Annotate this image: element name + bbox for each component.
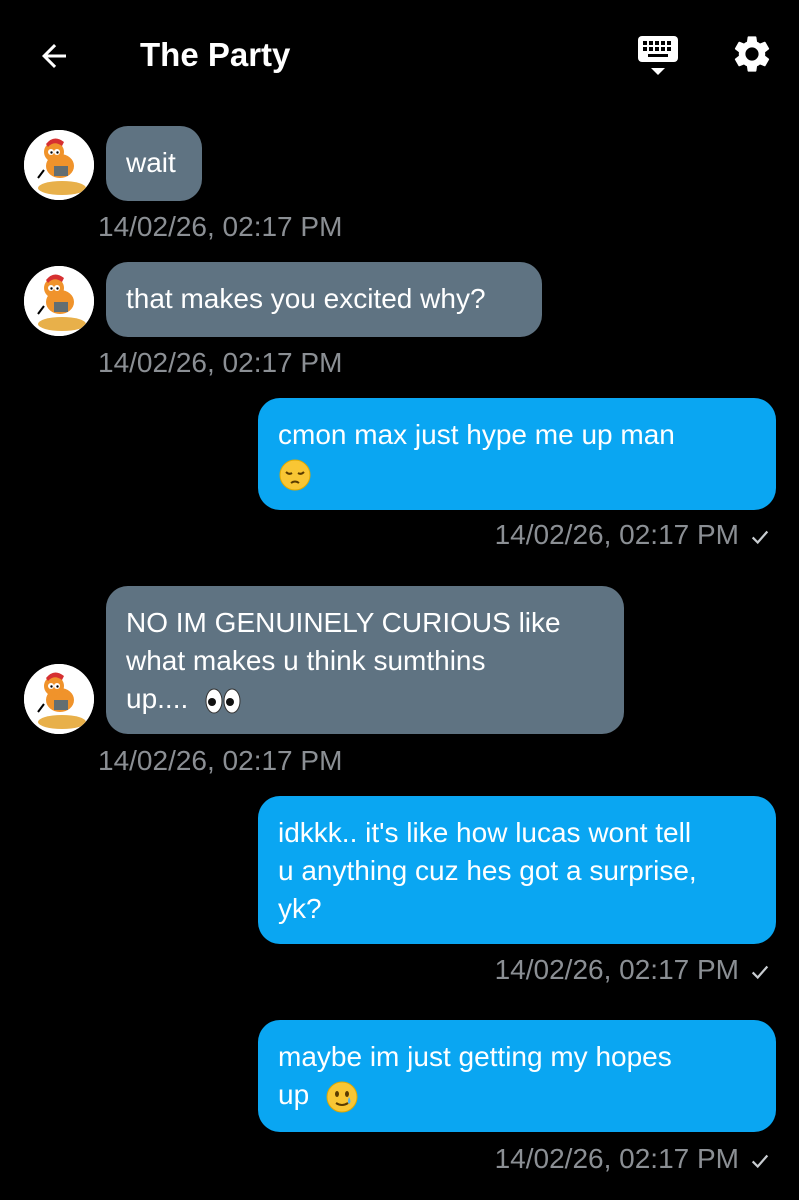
message-text-line: maybe im just getting my hopes	[278, 1041, 672, 1072]
message-text: that makes you excited why?	[126, 283, 486, 314]
message-timestamp-row: 14/02/26, 02:17 PM	[495, 953, 771, 987]
keyboard-toggle-button[interactable]	[632, 30, 684, 82]
message-bubble-incoming[interactable]: NO IM GENUINELY CURIOUS like what makes …	[106, 586, 624, 734]
message-timestamp: 14/02/26, 02:17 PM	[98, 347, 343, 378]
checkmark-icon	[751, 530, 769, 544]
message-text-line: up	[278, 1079, 310, 1110]
gear-icon	[734, 36, 770, 72]
message-text-line: idkkk.. it's like how lucas wont tell	[278, 817, 692, 848]
checkmark-icon	[751, 965, 769, 979]
message-bubble-outgoing[interactable]: cmon max just hype me up man	[258, 398, 776, 510]
arrow-left-icon	[42, 44, 66, 68]
cartoon-cat-avatar-icon	[24, 664, 94, 734]
message-bubble-outgoing[interactable]: maybe im just getting my hopes up	[258, 1020, 776, 1132]
smiling-face-with-tear-emoji	[326, 1081, 358, 1113]
message-text-line: yk?	[278, 893, 322, 924]
message-text-line: u anything cuz hes got a surprise,	[278, 855, 697, 886]
settings-button[interactable]	[724, 26, 780, 82]
chat-title: The Party	[140, 36, 291, 73]
message-bubble-outgoing[interactable]: idkkk.. it's like how lucas wont tell u …	[258, 796, 776, 944]
sender-avatar[interactable]	[24, 130, 94, 200]
message-text: wait	[126, 147, 176, 178]
message-text: cmon max just hype me up man	[278, 419, 675, 450]
message-text-line: what makes u think sumthins	[126, 645, 486, 676]
message-timestamp: 14/02/26, 02:17 PM	[98, 745, 343, 776]
sender-avatar[interactable]	[24, 664, 94, 734]
message-timestamp: 14/02/26, 02:17 PM	[98, 211, 343, 242]
message-text-line: NO IM GENUINELY CURIOUS like	[126, 607, 561, 638]
message-bubble-incoming[interactable]: that makes you excited why?	[106, 262, 542, 337]
checkmark-icon	[751, 1154, 769, 1168]
back-button[interactable]	[28, 30, 80, 82]
message-text-line: up....	[126, 683, 189, 714]
message-timestamp: 14/02/26, 02:17 PM	[494, 519, 739, 550]
pensive-face-emoji	[279, 459, 311, 491]
message-bubble-incoming[interactable]: wait	[106, 126, 202, 201]
cartoon-cat-avatar-icon	[24, 266, 94, 336]
message-timestamp-row: 14/02/26, 02:17 PM	[495, 1142, 771, 1176]
message-timestamp-row: 14/02/26, 02:17 PM	[495, 518, 771, 552]
keyboard-hide-icon	[638, 36, 678, 75]
cartoon-cat-avatar-icon	[24, 130, 94, 200]
chat-header: The Party	[0, 0, 799, 108]
eyes-emoji	[205, 688, 241, 714]
message-timestamp: 14/02/26, 02:17 PM	[494, 954, 739, 985]
sender-avatar[interactable]	[24, 266, 94, 336]
message-timestamp: 14/02/26, 02:17 PM	[494, 1143, 739, 1174]
